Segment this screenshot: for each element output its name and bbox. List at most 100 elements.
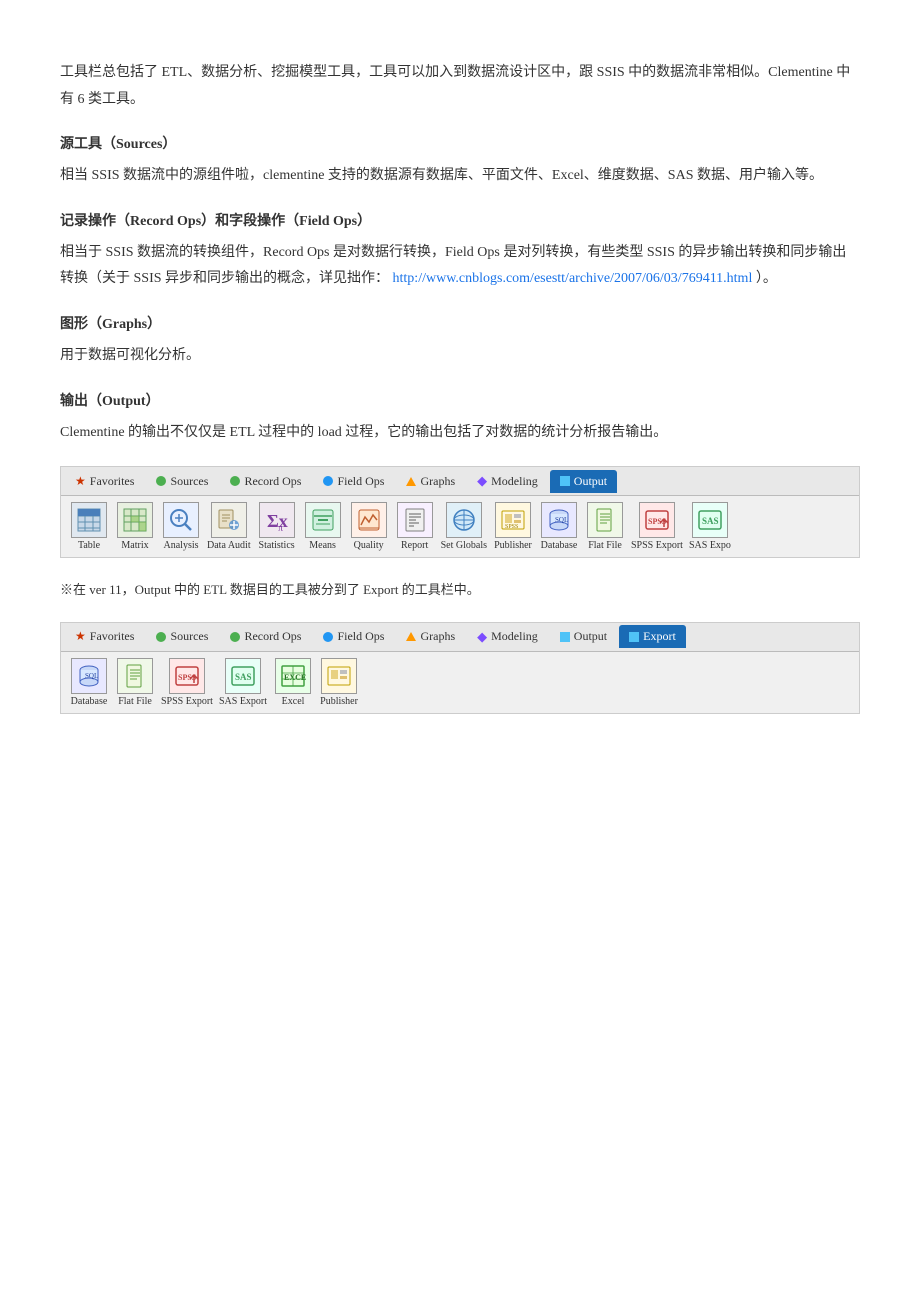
publisher-icon2	[321, 658, 357, 694]
tool-spssexport[interactable]: SPSS SPSS Export	[631, 502, 683, 551]
sasexport-icon2: SAS	[225, 658, 261, 694]
tab2-favorites-label: Favorites	[90, 629, 135, 644]
section3-title: 图形（Graphs）	[60, 313, 860, 333]
publisher-label2: Publisher	[320, 696, 358, 707]
svg-text:SAS: SAS	[702, 516, 719, 526]
section4-title: 输出（Output）	[60, 390, 860, 410]
fieldops-dot-icon	[323, 476, 333, 486]
publisher-icon: SPSS	[495, 502, 531, 538]
tool-sasexport[interactable]: SAS SAS Expo	[689, 502, 731, 551]
tool2-excel[interactable]: EXCEL Excel	[273, 658, 313, 707]
tab1-modeling-label: Modeling	[491, 474, 538, 489]
tab2-favorites[interactable]: ★ Favorites	[65, 625, 144, 648]
tool2-spssexport[interactable]: SPSS SPSS Export	[161, 658, 213, 707]
tab2-output[interactable]: Output	[550, 625, 617, 648]
output-square-icon	[560, 476, 570, 486]
section3-body: 用于数据可视化分析。	[60, 343, 860, 370]
tab1-graphs[interactable]: Graphs	[396, 470, 465, 493]
toolbar2: ★ Favorites Sources Record Ops Field Ops…	[60, 622, 860, 714]
tool2-flatfile[interactable]: Flat File	[115, 658, 155, 707]
spssexport-icon: SPSS	[639, 502, 675, 538]
recordops-dot-icon	[230, 476, 240, 486]
sasexport-label2: SAS Export	[219, 696, 267, 707]
analysis-icon	[163, 502, 199, 538]
tool-dataaudit[interactable]: Data Audit	[207, 502, 251, 551]
flatfile-label2: Flat File	[118, 696, 152, 707]
tool2-database[interactable]: SQL Database	[69, 658, 109, 707]
excel-icon: EXCEL	[275, 658, 311, 694]
note-text: ※在 ver 11，Output 中的 ETL 数据目的工具被分到了 Expor…	[60, 578, 860, 601]
flatfile-icon2	[117, 658, 153, 694]
spssexport-icon2: SPSS	[169, 658, 205, 694]
tool-flatfile[interactable]: Flat File	[585, 502, 625, 551]
svg-text:EXCEL: EXCEL	[284, 673, 306, 682]
tab2-recordops[interactable]: Record Ops	[220, 625, 311, 648]
tab1-recordops[interactable]: Record Ops	[220, 470, 311, 493]
tab1-fieldops[interactable]: Field Ops	[313, 470, 394, 493]
tab1-output-label: Output	[574, 474, 607, 489]
svg-text:SPSS: SPSS	[505, 524, 518, 530]
tool-means[interactable]: Means	[303, 502, 343, 551]
means-label: Means	[309, 540, 336, 551]
tool2-sasexport[interactable]: SAS SAS Export	[219, 658, 267, 707]
report-icon	[397, 502, 433, 538]
tab1-sources-label: Sources	[170, 474, 208, 489]
tab1-output[interactable]: Output	[550, 470, 617, 493]
toolbar1-tabs: ★ Favorites Sources Record Ops Field Ops…	[61, 467, 859, 496]
tool-statistics[interactable]: Σx π Statistics	[257, 502, 297, 551]
tab2-modeling[interactable]: ◆ Modeling	[467, 625, 548, 649]
flatfile-icon	[587, 502, 623, 538]
table-label: Table	[78, 540, 100, 551]
tab1-recordops-label: Record Ops	[244, 474, 301, 489]
graphs-triangle-icon2	[406, 632, 416, 641]
tab1-graphs-label: Graphs	[420, 474, 455, 489]
tab2-graphs[interactable]: Graphs	[396, 625, 465, 648]
flatfile-label: Flat File	[588, 540, 622, 551]
spssexport-label: SPSS Export	[631, 540, 683, 551]
toolbar2-icons: SQL Database Flat File	[61, 652, 859, 713]
tool-report[interactable]: Report	[395, 502, 435, 551]
tool2-publisher[interactable]: Publisher	[319, 658, 359, 707]
recordops-dot-icon2	[230, 632, 240, 642]
means-icon	[305, 502, 341, 538]
statistics-icon: Σx π	[259, 502, 295, 538]
dataaudit-icon	[211, 502, 247, 538]
analysis-label: Analysis	[164, 540, 199, 551]
statistics-label: Statistics	[259, 540, 295, 551]
tab2-output-label: Output	[574, 629, 607, 644]
intro-paragraph: 工具栏总包括了 ETL、数据分析、挖掘模型工具，工具可以加入到数据流设计区中，跟…	[60, 60, 860, 113]
section2-body: 相当于 SSIS 数据流的转换组件，Record Ops 是对数据行转换，Fie…	[60, 240, 860, 293]
tab1-favorites[interactable]: ★ Favorites	[65, 470, 144, 493]
sources-dot-icon	[156, 476, 166, 486]
tool-table[interactable]: Table	[69, 502, 109, 551]
tool-publisher[interactable]: SPSS Publisher	[493, 502, 533, 551]
section2-link[interactable]: http://www.cnblogs.com/esestt/archive/20…	[393, 271, 753, 286]
tab1-sources[interactable]: Sources	[146, 470, 218, 493]
database-label: Database	[541, 540, 578, 551]
section1-title: 源工具（Sources）	[60, 133, 860, 153]
section4-body: Clementine 的输出不仅仅是 ETL 过程中的 load 过程，它的输出…	[60, 420, 860, 447]
tool-database[interactable]: SQL Database	[539, 502, 579, 551]
report-label: Report	[401, 540, 428, 551]
database-icon: SQL	[541, 502, 577, 538]
svg-text:SQL: SQL	[85, 672, 98, 680]
table-icon	[71, 502, 107, 538]
tab2-export-label: Export	[643, 629, 676, 644]
tool-analysis[interactable]: Analysis	[161, 502, 201, 551]
tab2-export[interactable]: Export	[619, 625, 686, 648]
tab2-sources[interactable]: Sources	[146, 625, 218, 648]
tab1-modeling[interactable]: ◆ Modeling	[467, 469, 548, 493]
matrix-icon	[117, 502, 153, 538]
section1-body: 相当 SSIS 数据流中的源组件啦，clementine 支持的数据源有数据库、…	[60, 163, 860, 190]
tool-matrix[interactable]: Matrix	[115, 502, 155, 551]
tab2-fieldops[interactable]: Field Ops	[313, 625, 394, 648]
tab2-graphs-label: Graphs	[420, 629, 455, 644]
database-label2: Database	[71, 696, 108, 707]
tool-setglobals[interactable]: Set Globals	[441, 502, 487, 551]
graphs-triangle-icon	[406, 477, 416, 486]
tool-quality[interactable]: Quality	[349, 502, 389, 551]
dataaudit-label: Data Audit	[207, 540, 251, 551]
toolbar2-tabs: ★ Favorites Sources Record Ops Field Ops…	[61, 623, 859, 652]
modeling-icon2: ◆	[477, 629, 487, 645]
tab2-modeling-label: Modeling	[491, 629, 538, 644]
